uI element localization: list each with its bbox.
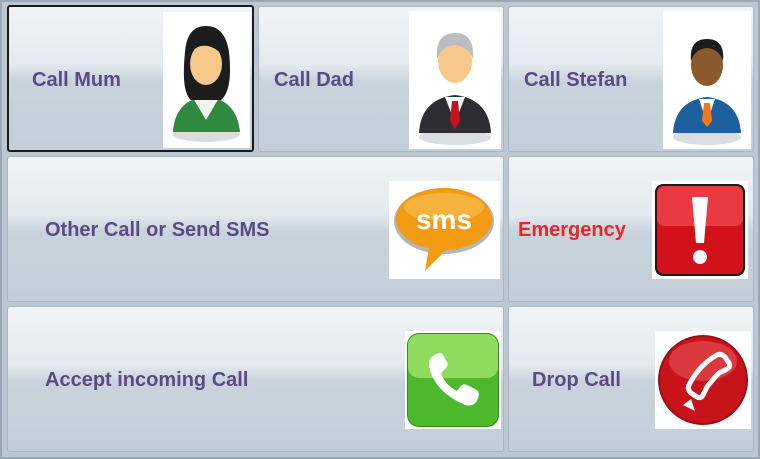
speed-dial-panel: Call Mum Call Dad Call Stefan Other Call… [0,0,760,459]
green-phone-icon [405,331,501,429]
red-phone-hangup-icon [655,331,751,429]
emergency-label: Emergency [518,219,626,241]
call-dad-label: Call Dad [274,69,355,91]
accept-call-button[interactable]: Accept incoming Call [7,306,504,452]
drop-call-label: Drop Call [532,369,621,391]
sms-bubble-icon: sms [389,181,500,279]
call-stefan-label: Call Stefan [524,69,628,91]
call-mum-label: Call Mum [32,69,121,91]
man-grey-hair-avatar-icon [409,11,501,149]
call-mum-button[interactable]: Call Mum [7,5,254,152]
man-dark-skin-avatar-icon [663,11,751,149]
call-dad-button[interactable]: Call Dad [258,6,504,152]
woman-avatar-icon [163,12,250,148]
emergency-button[interactable]: Emergency [508,156,754,302]
accept-call-label: Accept incoming Call [45,369,249,391]
other-call-sms-button[interactable]: Other Call or Send SMS sms [7,156,504,302]
sms-icon-text: sms [416,204,472,235]
call-stefan-button[interactable]: Call Stefan [508,6,754,152]
drop-call-button[interactable]: Drop Call [508,306,754,452]
exclamation-warning-icon [652,181,748,279]
other-call-sms-label: Other Call or Send SMS [45,219,270,241]
